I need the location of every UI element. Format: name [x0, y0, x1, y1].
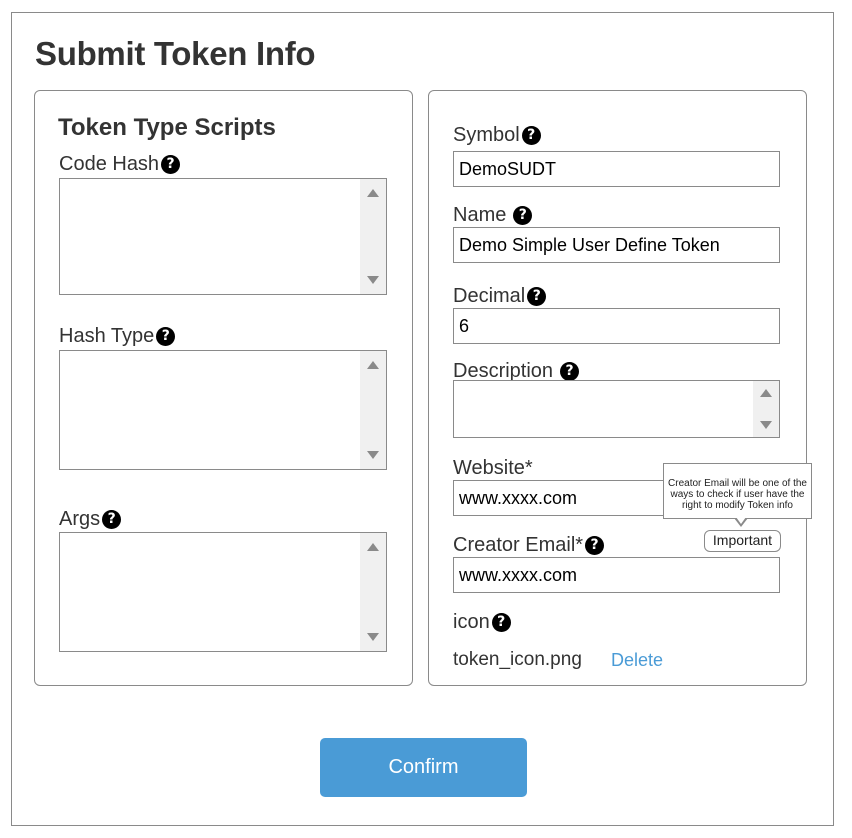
- page-title: Submit Token Info: [35, 35, 316, 72]
- name-label: Name ?: [453, 204, 533, 227]
- args-label: Args ?: [59, 508, 122, 531]
- scroll-down-arrow-icon[interactable]: [367, 633, 379, 641]
- important-badge[interactable]: Important: [704, 530, 781, 552]
- symbol-label: Symbol ?: [453, 124, 541, 147]
- help-icon[interactable]: ?: [156, 327, 176, 346]
- scroll-down-arrow-icon[interactable]: [367, 451, 379, 459]
- website-label-text: Website*: [453, 457, 533, 479]
- creator-email-value: www.xxxx.com: [459, 564, 578, 585]
- help-icon[interactable]: ?: [521, 126, 541, 145]
- icon-file-name: token_icon.png: [453, 649, 582, 670]
- symbol-input[interactable]: DemoSUDT: [453, 151, 780, 187]
- creator-email-label-text: Creator Email*: [453, 534, 584, 556]
- decimal-label: Decimal ?: [453, 285, 547, 308]
- scroll-up-arrow-icon[interactable]: [367, 189, 379, 197]
- creator-email-label: Creator Email* ?: [453, 534, 605, 557]
- website-value: www.xxxx.com: [459, 487, 578, 508]
- icon-label: icon ?: [453, 611, 511, 634]
- help-icon[interactable]: ?: [585, 536, 605, 555]
- tooltip-pointer-inner: [736, 517, 746, 524]
- delete-icon-link[interactable]: Delete: [611, 650, 663, 671]
- help-icon[interactable]: ?: [102, 510, 122, 529]
- description-scrollbar[interactable]: [753, 381, 779, 437]
- symbol-value: DemoSUDT: [459, 158, 557, 179]
- help-icon[interactable]: ?: [161, 155, 181, 174]
- args-scrollbar[interactable]: [360, 533, 386, 651]
- decimal-label-text: Decimal: [453, 285, 526, 307]
- decimal-value: 6: [459, 315, 470, 336]
- code-hash-label-text: Code Hash: [59, 153, 160, 175]
- code-hash-label: Code Hash ?: [59, 153, 181, 176]
- creator-email-tooltip: Creator Email will be one of the ways to…: [663, 463, 812, 519]
- hash-type-label: Hash Type ?: [59, 325, 176, 348]
- help-icon[interactable]: ?: [491, 613, 511, 632]
- name-input[interactable]: Demo Simple User Define Token: [453, 227, 780, 263]
- args-label-text: Args: [59, 508, 101, 530]
- scroll-up-arrow-icon[interactable]: [760, 389, 772, 397]
- decimal-input[interactable]: 6: [453, 308, 780, 344]
- icon-label-text: icon: [453, 611, 490, 633]
- scroll-down-arrow-icon[interactable]: [760, 421, 772, 429]
- scroll-up-arrow-icon[interactable]: [367, 543, 379, 551]
- symbol-label-text: Symbol: [453, 124, 520, 146]
- hash-type-scrollbar[interactable]: [360, 351, 386, 469]
- name-value: Demo Simple User Define Token: [459, 234, 720, 255]
- website-label: Website*: [453, 457, 533, 480]
- section-title: Token Type Scripts: [58, 114, 276, 141]
- name-label-text: Name: [453, 204, 507, 226]
- help-icon[interactable]: ?: [513, 206, 533, 225]
- creator-email-input[interactable]: www.xxxx.com: [453, 557, 780, 593]
- website-input[interactable]: www.xxxx.com: [453, 480, 665, 516]
- help-icon[interactable]: ?: [527, 287, 547, 306]
- code-hash-textarea[interactable]: [59, 178, 387, 295]
- scroll-down-arrow-icon[interactable]: [367, 276, 379, 284]
- code-hash-scrollbar[interactable]: [360, 179, 386, 294]
- help-icon[interactable]: ?: [560, 362, 580, 381]
- hash-type-textarea[interactable]: [59, 350, 387, 470]
- description-textarea[interactable]: [453, 380, 780, 438]
- confirm-button[interactable]: Confirm: [320, 738, 527, 797]
- hash-type-label-text: Hash Type: [59, 325, 155, 347]
- tooltip-text: Creator Email will be one of the ways to…: [668, 478, 807, 511]
- scroll-up-arrow-icon[interactable]: [367, 361, 379, 369]
- args-textarea[interactable]: [59, 532, 387, 652]
